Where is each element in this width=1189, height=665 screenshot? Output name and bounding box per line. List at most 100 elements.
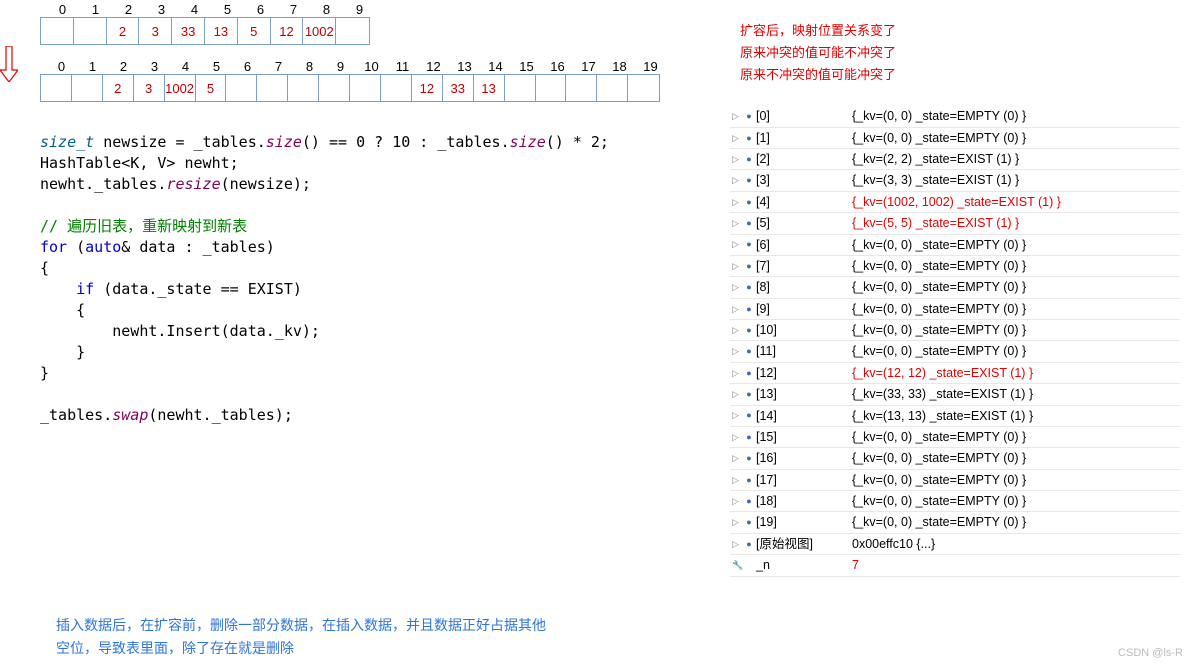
hash-index-label: 3 [145, 2, 178, 17]
hash-index-label: 7 [277, 2, 310, 17]
debug-index: [5] [756, 213, 852, 233]
debug-row[interactable]: ▷●[17]{_kv=(0, 0) _state=EMPTY (0) } [730, 470, 1180, 491]
hash-cell: 5 [238, 18, 271, 44]
hash-index-label: 7 [263, 59, 294, 74]
debug-row[interactable]: ▷●[8]{_kv=(0, 0) _state=EMPTY (0) } [730, 277, 1180, 298]
hash-index-label: 10 [356, 59, 387, 74]
debug-raw-view[interactable]: ▷●[原始视图]0x00effc10 {...} [730, 534, 1180, 555]
hash-cell: 5 [196, 75, 227, 101]
expand-icon[interactable]: ▷ [732, 451, 742, 466]
expand-icon[interactable]: ▷ [732, 109, 742, 124]
expand-icon[interactable]: ▷ [732, 237, 742, 252]
debug-row[interactable]: ▷●[18]{_kv=(0, 0) _state=EMPTY (0) } [730, 491, 1180, 512]
hash-index-label: 3 [139, 59, 170, 74]
expand-icon[interactable]: ▷ [732, 366, 742, 381]
bullet-icon: ● [742, 302, 756, 317]
code-token: size_t [40, 133, 94, 151]
debug-row[interactable]: ▷●[6]{_kv=(0, 0) _state=EMPTY (0) } [730, 235, 1180, 256]
hash-index-label: 16 [542, 59, 573, 74]
expand-icon[interactable]: ▷ [732, 494, 742, 509]
hash-index-label: 6 [232, 59, 263, 74]
debug-row[interactable]: ▷●[19]{_kv=(0, 0) _state=EMPTY (0) } [730, 512, 1180, 533]
expand-icon[interactable]: ▷ [732, 152, 742, 167]
debug-row[interactable]: ▷●[11]{_kv=(0, 0) _state=EMPTY (0) } [730, 341, 1180, 362]
debug-value: {_kv=(1002, 1002) _state=EXIST (1) } [852, 192, 1178, 212]
hash-cell [319, 75, 350, 101]
hash-cell: 2 [103, 75, 134, 101]
expand-icon[interactable]: ▷ [732, 302, 742, 317]
debug-row[interactable]: ▷●[2]{_kv=(2, 2) _state=EXIST (1) } [730, 149, 1180, 170]
debug-row[interactable]: ▷●[7]{_kv=(0, 0) _state=EMPTY (0) } [730, 256, 1180, 277]
debug-n-row[interactable]: 🔧_n7 [730, 555, 1180, 576]
debug-index: [12] [756, 363, 852, 383]
debug-index: [16] [756, 448, 852, 468]
hash-cell: 1002 [303, 18, 336, 44]
expand-icon[interactable]: ▷ [732, 344, 742, 359]
hash-cell [505, 75, 536, 101]
expand-icon[interactable]: ▷ [732, 131, 742, 146]
debug-row[interactable]: ▷●[15]{_kv=(0, 0) _state=EMPTY (0) } [730, 427, 1180, 448]
hash-index-label: 12 [418, 59, 449, 74]
debug-index: [14] [756, 406, 852, 426]
debug-value: {_kv=(0, 0) _state=EMPTY (0) } [852, 299, 1178, 319]
debug-value: {_kv=(0, 0) _state=EMPTY (0) } [852, 320, 1178, 340]
debug-value: {_kv=(33, 33) _state=EXIST (1) } [852, 384, 1178, 404]
debug-value: {_kv=(0, 0) _state=EMPTY (0) } [852, 448, 1178, 468]
debug-row[interactable]: ▷●[10]{_kv=(0, 0) _state=EMPTY (0) } [730, 320, 1180, 341]
expand-icon[interactable]: ▷ [732, 195, 742, 210]
expand-icon[interactable]: ▷ [732, 387, 742, 402]
red-note-line: 原来不冲突的值可能冲突了 [740, 64, 1180, 86]
debug-value: {_kv=(0, 0) _state=EMPTY (0) } [852, 470, 1178, 490]
hash-cell [536, 75, 567, 101]
hash-cell [41, 75, 72, 101]
debug-row[interactable]: ▷●[14]{_kv=(13, 13) _state=EXIST (1) } [730, 406, 1180, 427]
expand-icon[interactable]: ▷ [732, 515, 742, 530]
expand-icon[interactable]: ▷ [732, 473, 742, 488]
bullet-icon: ● [742, 408, 756, 423]
debug-row[interactable]: ▷●[1]{_kv=(0, 0) _state=EMPTY (0) } [730, 128, 1180, 149]
debug-row[interactable]: ▷●[4]{_kv=(1002, 1002) _state=EXIST (1) … [730, 192, 1180, 213]
expand-icon[interactable]: ▷ [732, 173, 742, 188]
expand-icon[interactable]: ▷ [732, 259, 742, 274]
bullet-icon: ● [742, 430, 756, 445]
hash-index-label: 2 [108, 59, 139, 74]
hash-cell [566, 75, 597, 101]
debug-index: [9] [756, 299, 852, 319]
hash-cell: 1002 [165, 75, 196, 101]
bullet-icon: ● [742, 387, 756, 402]
debug-value: {_kv=(0, 0) _state=EMPTY (0) } [852, 427, 1178, 447]
debug-row[interactable]: ▷●[5]{_kv=(5, 5) _state=EXIST (1) } [730, 213, 1180, 234]
hash-cell [74, 18, 107, 44]
debug-row[interactable]: ▷●[0]{_kv=(0, 0) _state=EMPTY (0) } [730, 106, 1180, 127]
hash-index-label: 0 [46, 2, 79, 17]
expand-icon[interactable]: ▷ [732, 216, 742, 231]
debug-index: [4] [756, 192, 852, 212]
hash-cell [336, 18, 369, 44]
hash-index-label: 19 [635, 59, 666, 74]
bullet-icon: ● [742, 280, 756, 295]
debug-value: {_kv=(0, 0) _state=EMPTY (0) } [852, 106, 1178, 126]
debug-index: [2] [756, 149, 852, 169]
debug-value: {_kv=(12, 12) _state=EXIST (1) } [852, 363, 1178, 383]
expand-icon[interactable]: ▷ [732, 280, 742, 295]
red-notes: 扩容后，映射位置关系变了 原来冲突的值可能不冲突了 原来不冲突的值可能冲突了 [740, 20, 1180, 86]
hash-cell: 13 [474, 75, 505, 101]
debug-row[interactable]: ▷●[12]{_kv=(12, 12) _state=EXIST (1) } [730, 363, 1180, 384]
debug-row[interactable]: ▷●[9]{_kv=(0, 0) _state=EMPTY (0) } [730, 299, 1180, 320]
hash-index-label: 14 [480, 59, 511, 74]
expand-icon[interactable]: ▷ [732, 430, 742, 445]
expand-icon[interactable]: ▷ [732, 323, 742, 338]
debug-index: [13] [756, 384, 852, 404]
debug-value: {_kv=(0, 0) _state=EMPTY (0) } [852, 341, 1178, 361]
expand-icon[interactable]: ▷ [732, 537, 742, 552]
hash-index-label: 18 [604, 59, 635, 74]
hash-cell: 2 [107, 18, 140, 44]
debug-index: _n [756, 555, 852, 575]
debug-row[interactable]: ▷●[16]{_kv=(0, 0) _state=EMPTY (0) } [730, 448, 1180, 469]
hash-cell [41, 18, 74, 44]
debug-row[interactable]: ▷●[3]{_kv=(3, 3) _state=EXIST (1) } [730, 170, 1180, 191]
debug-index: [3] [756, 170, 852, 190]
expand-icon[interactable]: ▷ [732, 408, 742, 423]
debug-row[interactable]: ▷●[13]{_kv=(33, 33) _state=EXIST (1) } [730, 384, 1180, 405]
debug-value: {_kv=(5, 5) _state=EXIST (1) } [852, 213, 1178, 233]
